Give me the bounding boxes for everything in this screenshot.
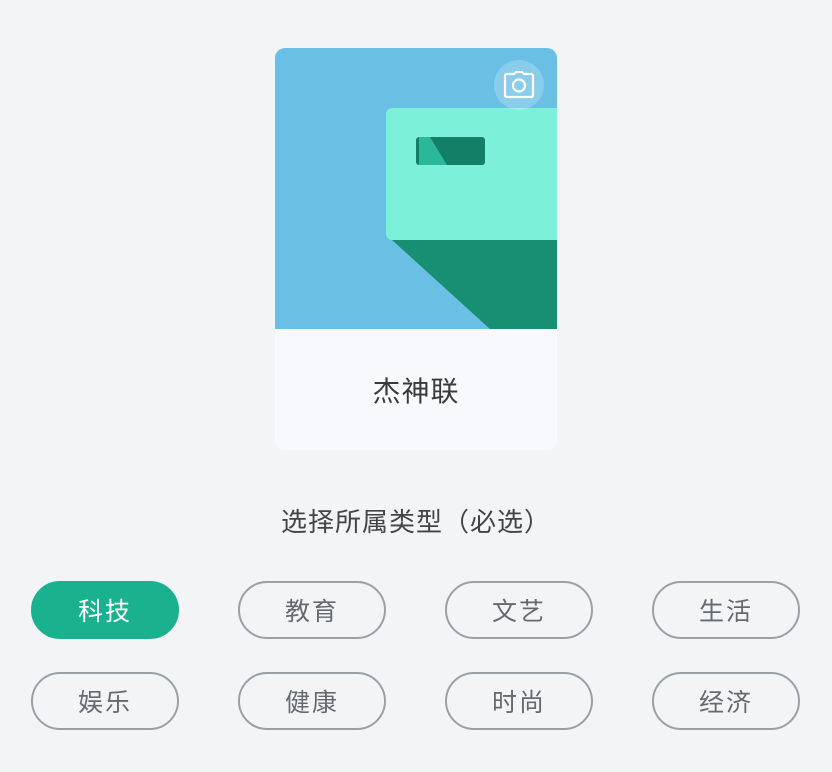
category-chip[interactable]: 生活 bbox=[652, 581, 800, 639]
category-chip[interactable]: 文艺 bbox=[445, 581, 593, 639]
category-chip-selected[interactable]: 科技 bbox=[31, 581, 179, 639]
card-name: 杰神联 bbox=[372, 374, 460, 408]
page: 杰神联 选择所属类型（必选） 科技 教育 文艺 生活 娱乐 健康 时尚 经济 bbox=[0, 0, 832, 772]
camera-icon bbox=[503, 71, 535, 99]
category-chip[interactable]: 健康 bbox=[238, 672, 386, 730]
change-cover-button[interactable] bbox=[494, 60, 544, 110]
cover-image[interactable] bbox=[275, 48, 557, 329]
category-label: 选择所属类型（必选） bbox=[280, 508, 551, 538]
category-chip[interactable]: 时尚 bbox=[445, 672, 593, 730]
category-chip[interactable]: 教育 bbox=[238, 581, 386, 639]
category-chip[interactable]: 经济 bbox=[652, 672, 800, 730]
profile-card: 杰神联 bbox=[275, 48, 557, 450]
category-chip[interactable]: 娱乐 bbox=[31, 672, 179, 730]
